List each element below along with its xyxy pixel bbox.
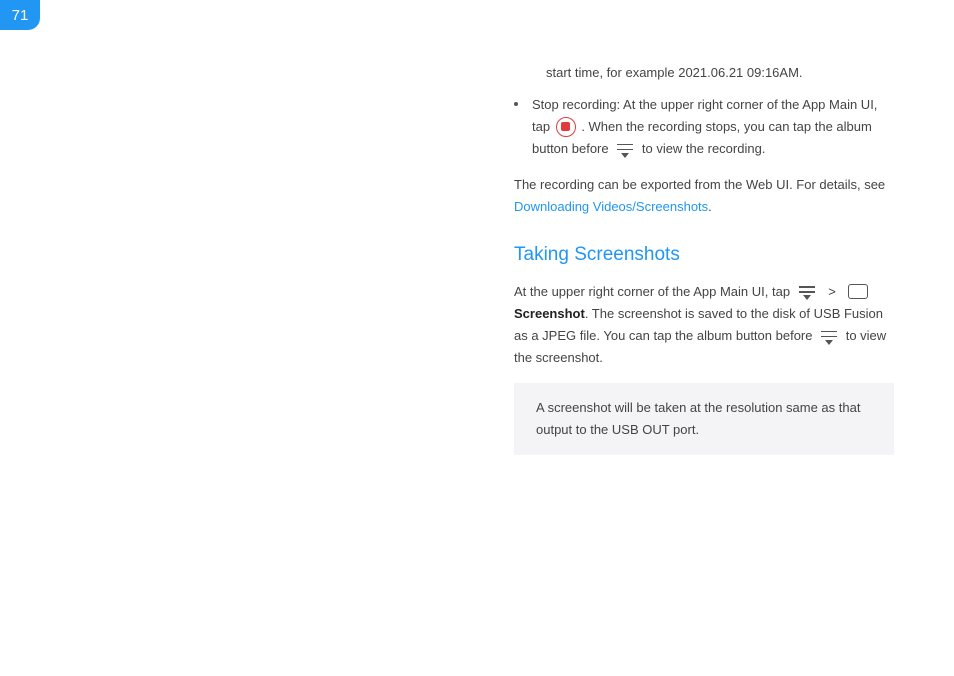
- export-text-b: .: [708, 199, 712, 214]
- album-menu-icon: [615, 142, 635, 156]
- note-box: A screenshot will be taken at the resolu…: [514, 383, 894, 455]
- bullet-dot-icon: [514, 102, 518, 106]
- section-heading-taking-screenshots: Taking Screenshots: [514, 239, 894, 271]
- page-number-badge: 71: [0, 0, 40, 30]
- album-menu-icon: [819, 329, 839, 343]
- export-text-a: The recording can be exported from the W…: [514, 177, 885, 192]
- album-menu-icon: [797, 284, 817, 298]
- document-content: start time, for example 2021.06.21 09:16…: [514, 62, 894, 455]
- screenshot-rect-icon: [848, 284, 868, 299]
- downloading-link[interactable]: Downloading Videos/Screenshots: [514, 199, 708, 214]
- screenshot-paragraph: At the upper right corner of the App Mai…: [514, 281, 894, 369]
- continuation-line: start time, for example 2021.06.21 09:16…: [546, 62, 894, 84]
- bullet-stop-recording: Stop recording: At the upper right corne…: [514, 94, 894, 160]
- stop-record-icon: [556, 117, 576, 137]
- screenshot-label: Screenshot: [514, 306, 585, 321]
- note-text: A screenshot will be taken at the resolu…: [536, 400, 860, 437]
- export-paragraph: The recording can be exported from the W…: [514, 174, 894, 218]
- breadcrumb-separator: >: [828, 284, 836, 299]
- bullet-text-c: to view the recording.: [642, 141, 766, 156]
- ss-text-a: At the upper right corner of the App Mai…: [514, 284, 794, 299]
